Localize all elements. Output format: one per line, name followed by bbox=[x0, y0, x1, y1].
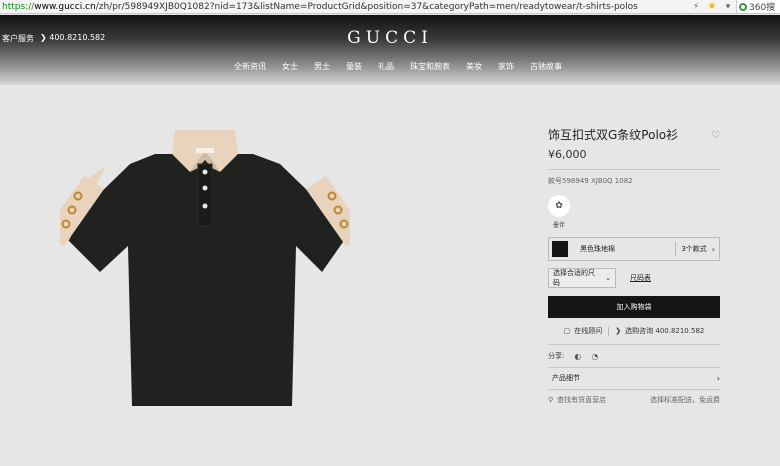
nav-item-stories[interactable]: 古驰故事 bbox=[530, 61, 562, 72]
online-consult-link[interactable]: 在线顾问 bbox=[574, 326, 602, 336]
url-field[interactable]: https://www.gucci.cn/zh/pr/598949XJB0Q10… bbox=[0, 2, 688, 12]
star-icon[interactable]: ★ bbox=[704, 0, 720, 13]
size-row: 选择合适的尺码 ⌄ 尺码表 bbox=[548, 268, 720, 288]
size-guide-link[interactable]: 尺码表 bbox=[630, 273, 651, 283]
swatch-icon: ✿ bbox=[555, 201, 563, 211]
share-label: 分享: bbox=[548, 352, 565, 360]
product-details-label: 产品细节 bbox=[552, 374, 580, 382]
variant-name: 黑色珠地棉 bbox=[580, 245, 615, 253]
divider bbox=[548, 169, 720, 170]
dropdown-icon[interactable]: ▾ bbox=[720, 0, 736, 13]
product-image[interactable] bbox=[60, 124, 350, 409]
divider bbox=[675, 242, 677, 256]
chevron-down-icon: ⌄ bbox=[605, 274, 611, 282]
heart-icon[interactable]: ♡ bbox=[711, 130, 720, 141]
nav-item-decor[interactable]: 家饰 bbox=[498, 61, 514, 72]
variant-color-swatch bbox=[552, 241, 568, 257]
divider bbox=[608, 326, 610, 336]
store-finder-row[interactable]: ⚲ 查找有货直营店 选择标准配送，免运费 bbox=[548, 389, 720, 405]
swatch-button[interactable]: ✿ bbox=[548, 195, 570, 217]
url-host: www.gucci.cn bbox=[34, 1, 96, 12]
nav-item-gifts[interactable]: 礼品 bbox=[378, 61, 394, 72]
nav-item-kids[interactable]: 童装 bbox=[346, 61, 362, 72]
location-pin-icon: ⚲ bbox=[548, 396, 554, 404]
size-select[interactable]: 选择合适的尺码 ⌄ bbox=[548, 268, 616, 288]
chat-icon: ▢ bbox=[563, 327, 571, 335]
phone-icon: ❯ bbox=[615, 327, 622, 335]
add-to-cart-button[interactable]: 加入购物袋 bbox=[548, 296, 720, 318]
search-engine-icon bbox=[739, 2, 747, 11]
url-path: /zh/pr/598949XJB0Q1082?nid=173&listName=… bbox=[95, 1, 638, 12]
variant-count: 3个款式 bbox=[681, 245, 707, 253]
contact-row: ▢ 在线顾问 ❯ 选购咨询 400.8210.582 bbox=[548, 326, 720, 336]
chevron-right-icon: › bbox=[711, 244, 715, 254]
product-code: 款号598949 XJB0Q 1082 bbox=[548, 177, 633, 185]
wechat-icon[interactable]: ◐ bbox=[574, 352, 581, 361]
shipping-note: 选择标准配送，免运费 bbox=[650, 396, 720, 404]
product-price: ¥6,000 bbox=[548, 148, 587, 161]
product-title: 饰互扣式双G条纹Polo衫 bbox=[548, 128, 679, 142]
share-row: 分享: ◐ ◔ bbox=[548, 344, 720, 361]
nav-item-jewelry-watches[interactable]: 珠宝和腕表 bbox=[410, 61, 450, 72]
gucci-logo[interactable]: GUCCI bbox=[0, 28, 780, 48]
size-select-label: 选择合适的尺码 bbox=[553, 269, 595, 287]
url-scheme: https:// bbox=[2, 1, 35, 12]
nav-item-men[interactable]: 男士 bbox=[314, 61, 330, 72]
variant-selector[interactable]: 黑色珠地棉 3个款式 › bbox=[548, 237, 720, 261]
store-finder-label: 查找有货直营店 bbox=[557, 396, 607, 404]
phone-consult-link[interactable]: 选购咨询 400.8210.582 bbox=[625, 326, 704, 336]
weibo-icon[interactable]: ◔ bbox=[591, 352, 598, 361]
browser-address-bar[interactable]: https://www.gucci.cn/zh/pr/598949XJB0Q10… bbox=[0, 0, 780, 14]
chevron-right-icon: › bbox=[716, 373, 720, 383]
search-engine-box[interactable]: 360搜 bbox=[736, 0, 780, 13]
product-info-panel: 饰互扣式双G条纹Polo衫 ♡ ¥6,000 款号598949 XJB0Q 10… bbox=[548, 126, 720, 405]
lightning-icon[interactable]: ⚡ bbox=[688, 0, 704, 13]
search-engine-label: 360搜 bbox=[749, 3, 776, 13]
swatch-label: 墨伴 bbox=[553, 222, 566, 229]
nav-item-beauty[interactable]: 美妆 bbox=[466, 61, 482, 72]
nav-item-news[interactable]: 全新资讯 bbox=[234, 61, 266, 72]
nav-item-women[interactable]: 女士 bbox=[282, 61, 298, 72]
main-nav: 全新资讯 女士 男士 童装 礼品 珠宝和腕表 美妆 家饰 古驰故事 bbox=[234, 61, 578, 72]
site-header: 客户服务 ❯ 400.8210.582 GUCCI 全新资讯 女士 男士 童装 … bbox=[0, 15, 780, 85]
product-details-row[interactable]: 产品细节 › bbox=[548, 367, 720, 383]
